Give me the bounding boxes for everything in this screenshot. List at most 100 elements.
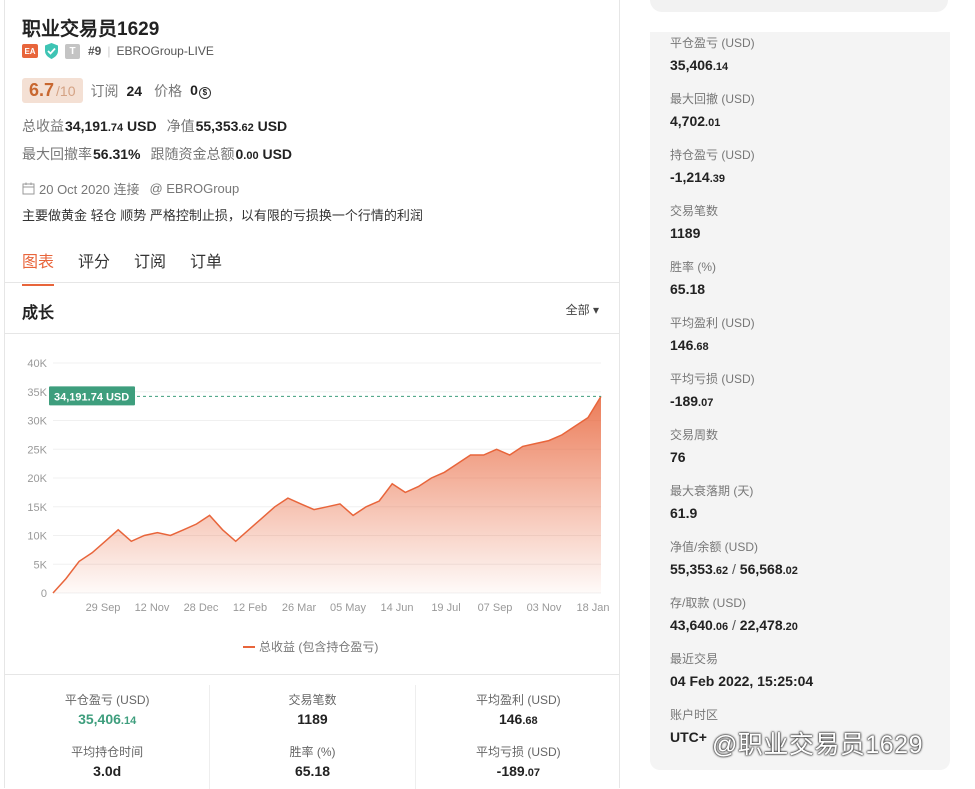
tab-orders[interactable]: 订单 — [190, 248, 222, 286]
side-stat-label: 平仓盈亏 (USD) — [670, 36, 755, 50]
side-trade-weeks: 交易周数 76 — [670, 426, 718, 465]
x-tick-label: 05 May — [330, 602, 367, 614]
side-avg-loss: 平均亏损 (USD) -189.07 — [670, 370, 755, 409]
max-dd-value: 56.31% — [93, 146, 141, 162]
side-trade-count: 交易笔数 1189 — [670, 202, 718, 241]
stats-side-panel: 平仓盈亏 (USD) 35,406.14 最大回撤 (USD) 4,702.01 持仓盈… — [650, 32, 950, 770]
score-row: 6.7 /10 订阅 24 价格 0 $ — [22, 78, 211, 103]
y-tick-label: 10K — [27, 531, 47, 543]
side-stat-value: 76 — [670, 449, 686, 465]
stat-avg-loss: 平均亏损 (USD) -189.07 — [475, 745, 561, 779]
follow-label: 跟随资金总额 — [150, 146, 235, 162]
stat-avg-profit: 平均盈利 (USD) 146.68 — [475, 693, 561, 727]
trader-name: 职业交易员1629 — [22, 19, 160, 40]
tab-subscribe[interactable]: 订阅 — [134, 248, 166, 286]
rating-badge: 6.7 /10 — [22, 78, 83, 103]
side-stat-label: 持仓盈亏 (USD) — [670, 148, 755, 162]
side-stat-value: 43,640.06 / 22,478.20 — [670, 617, 798, 633]
side-equity-balance: 净值/余额 (USD) 55,353.62 / 56,568.02 — [670, 538, 798, 577]
range-dropdown[interactable]: 全部 ▾ — [566, 301, 599, 318]
side-stat-value: 146.68 — [670, 337, 709, 353]
legend-label: 总收益 (包含持仓盈亏) — [259, 640, 379, 654]
ea-badge: EA — [22, 44, 38, 58]
x-tick-label: 03 Nov — [527, 602, 562, 614]
coin-icon: $ — [198, 87, 211, 99]
current-value-label: 34,191.74 USD — [49, 386, 135, 406]
max-dd-label: 最大回撤率 — [22, 146, 92, 162]
y-tick-label: 35K — [27, 387, 47, 399]
watermark: @职业交易员1629 — [712, 731, 923, 759]
connect-date: 20 Oct 2020 连接 — [39, 182, 140, 197]
side-stat-label: 胜率 (%) — [670, 260, 716, 274]
x-tick-label: 14 Jun — [380, 602, 413, 614]
side-win-rate: 胜率 (%) 65.18 — [670, 258, 716, 297]
stat-avg-hold-time: 平均持仓时间 3.0d — [5, 737, 211, 789]
side-stat-value: 61.9 — [670, 505, 698, 521]
equity-value: 55,353.62 USD — [195, 118, 288, 134]
y-tick-label: 40K — [27, 358, 47, 370]
growth-area — [53, 396, 601, 593]
side-last-trade: 最近交易 04 Feb 2022, 15:25:04 — [670, 650, 813, 689]
y-tick-label: 25K — [27, 444, 47, 456]
stat-win-rate: 胜率 (%) 65.18 — [210, 737, 416, 789]
y-tick-label: 0 — [41, 588, 47, 600]
server-name: EBROGroup-LIVE — [116, 44, 214, 58]
tab-chart[interactable]: 图表 — [22, 248, 55, 286]
y-tick-label: 20K — [27, 473, 47, 485]
total-profit-label: 总收益 — [22, 118, 64, 134]
x-tick-label: 19 Jul — [431, 602, 460, 614]
side-stat-label: 最近交易 — [670, 652, 719, 666]
side-stat-value: 65.18 — [670, 281, 706, 297]
rank: #9 — [88, 44, 102, 58]
connect-info: 20 Oct 2020 连接 @ EBROGroup — [22, 179, 239, 198]
side-stat-label: 账户时区 — [670, 708, 719, 722]
side-stat-value: UTC+ — [670, 729, 707, 745]
y-tick-label: 30K — [27, 416, 47, 428]
x-tick-label: 18 Jan — [576, 602, 609, 614]
growth-title: 成长 — [22, 305, 55, 322]
calendar-icon — [22, 182, 35, 195]
verified-shield-icon — [45, 43, 58, 59]
search-box-edge — [650, 0, 948, 12]
divider — [5, 333, 619, 334]
side-avg-profit: 平均盈利 (USD) 146.68 — [670, 314, 755, 353]
stat-closed-pnl: 平仓盈亏 (USD) 35,406.14 — [5, 685, 211, 737]
side-stat-value: -189.07 — [670, 393, 714, 409]
stat-trade-count: 交易笔数 1189 — [210, 685, 416, 737]
side-stat-label: 最大回撤 (USD) — [670, 92, 755, 106]
side-stat-value: -1,214.39 — [670, 169, 725, 185]
divider — [5, 282, 619, 283]
price-value: 0 $ — [190, 82, 211, 99]
divider — [5, 674, 619, 675]
side-stat-label: 交易笔数 — [670, 204, 719, 218]
side-max-drawdown: 最大回撤 (USD) 4,702.01 — [670, 90, 755, 129]
tab-rating[interactable]: 评分 — [78, 248, 110, 286]
growth-chart: 34,191.74 USD 0 5K 10K 15K 20K 25K 30K 35K 40K 2… — [27, 358, 609, 614]
rating-max: /10 — [56, 83, 76, 99]
rating-value: 6.7 — [29, 80, 55, 100]
side-timezone: 账户时区 UTC+ — [670, 706, 718, 745]
current-value-text: 34,191.74 USD — [54, 391, 129, 403]
side-stat-value: 55,353.62 / 56,568.02 — [670, 561, 798, 577]
total-profit-value: 34,191.74 USD — [65, 118, 157, 134]
side-stat-value: 1189 — [670, 225, 701, 241]
connect-broker: @ EBROGroup — [149, 181, 240, 196]
side-closed-pnl: 平仓盈亏 (USD) 35,406.14 — [670, 34, 755, 73]
t-badge: T — [65, 43, 80, 59]
equity-label: 净值 — [166, 118, 195, 134]
x-tick-label: 29 Sep — [86, 602, 121, 614]
trader-profile-panel: 职业交易员1629 EA T #9 | EBROGroup-LIVE 6.7 /… — [4, 0, 620, 789]
subscribe-label: 订阅 — [90, 82, 119, 99]
divider: | — [107, 44, 111, 58]
x-tick-label: 07 Sep — [478, 602, 513, 614]
chart-legend[interactable]: 总收益 (包含持仓盈亏) — [243, 638, 378, 655]
x-tick-label: 12 Nov — [135, 602, 170, 614]
side-max-decline: 最大衰落期 (天) 61.9 — [670, 482, 753, 521]
side-stat-label: 交易周数 — [670, 428, 719, 442]
side-floating-pnl: 持仓盈亏 (USD) -1,214.39 — [670, 146, 755, 185]
y-tick-label: 5K — [34, 559, 48, 571]
side-stat-value: 35,406.14 — [670, 57, 729, 73]
y-tick-label: 15K — [27, 502, 47, 514]
subscribe-count: 24 — [126, 82, 143, 99]
price-label: 价格 — [154, 82, 183, 99]
